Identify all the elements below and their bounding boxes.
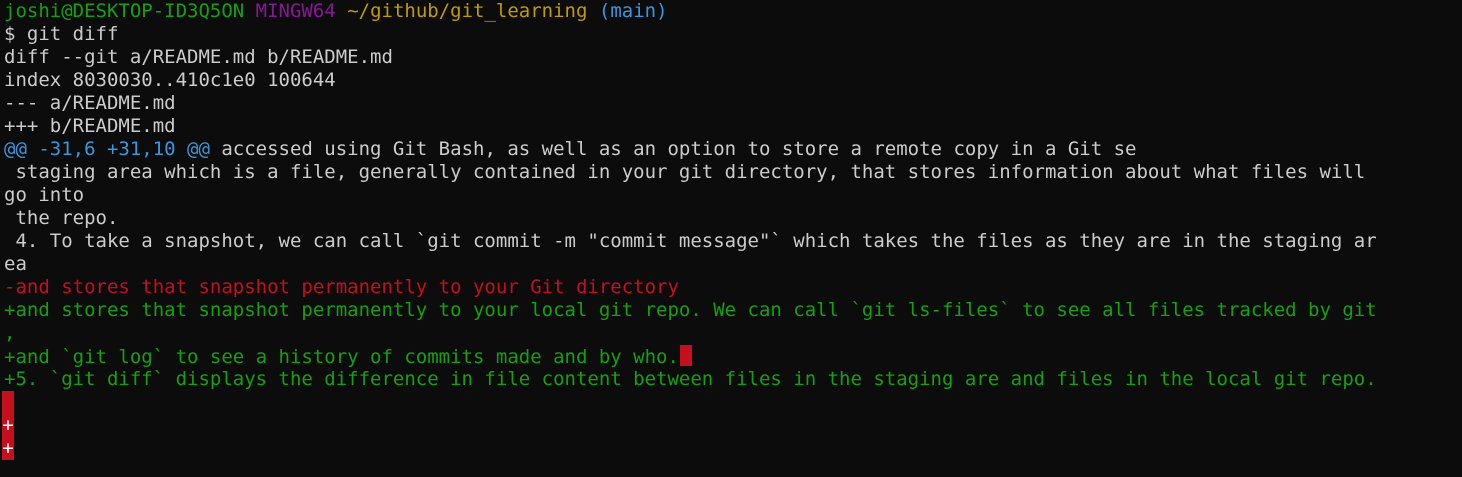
terminal-window[interactable]: joshi@DESKTOP-ID3Q5ON MINGW64 ~/github/g… xyxy=(0,0,1462,477)
context-line: 4. To take a snapshot, we can call `git … xyxy=(4,230,1377,252)
added-line-text: +and `git log` to see a history of commi… xyxy=(4,346,679,368)
prompt-msystem: MINGW64 xyxy=(255,0,336,22)
prompt-branch: (main) xyxy=(598,0,668,22)
hunk-marker: @@ -31,6 +31,10 @@ xyxy=(4,138,210,160)
prompt-user-host: joshi@DESKTOP-ID3Q5ON xyxy=(4,0,245,22)
diff-header-index: index 8030030..410c1e0 100644 xyxy=(4,69,336,91)
diff-header-new-file: +++ b/README.md xyxy=(4,115,176,137)
hunk-header: @@ -31,6 +31,10 @@ accessed using Git Ba… xyxy=(4,138,1462,161)
prompt-path: ~/github/git_learning xyxy=(347,0,588,22)
prompt-symbol: $ xyxy=(4,23,16,45)
added-line-wrap: , xyxy=(4,322,16,344)
command-text: git diff xyxy=(26,23,119,45)
added-line: +and stores that snapshot permanently to… xyxy=(4,299,1377,321)
context-line: staging area which is a file, generally … xyxy=(4,161,1366,183)
context-line: the repo. xyxy=(4,207,119,229)
added-line: +5. `git diff` displays the difference i… xyxy=(4,368,1377,390)
added-empty-marker: + xyxy=(2,437,14,460)
context-line-wrap: go into xyxy=(4,184,85,206)
text-cursor xyxy=(679,345,692,366)
added-empty-marker: + xyxy=(2,414,14,437)
context-line-wrap: ea xyxy=(4,253,27,275)
diff-header-old-file: --- a/README.md xyxy=(4,92,176,114)
trailing-whitespace-line xyxy=(2,391,1462,414)
hunk-context: accessed using Git Bash, as well as an o… xyxy=(209,138,1137,160)
added-empty-line: + xyxy=(2,437,1462,460)
diff-header-git: diff --git a/README.md b/README.md xyxy=(4,46,393,68)
trailing-whitespace-marker xyxy=(2,391,14,414)
command-line: $ git diff xyxy=(4,23,1462,46)
added-empty-line: + xyxy=(2,414,1462,437)
added-line: +and `git log` to see a history of commi… xyxy=(4,345,1462,368)
removed-line: -and stores that snapshot permanently to… xyxy=(4,276,679,298)
prompt-line: joshi@DESKTOP-ID3Q5ON MINGW64 ~/github/g… xyxy=(4,0,1462,23)
